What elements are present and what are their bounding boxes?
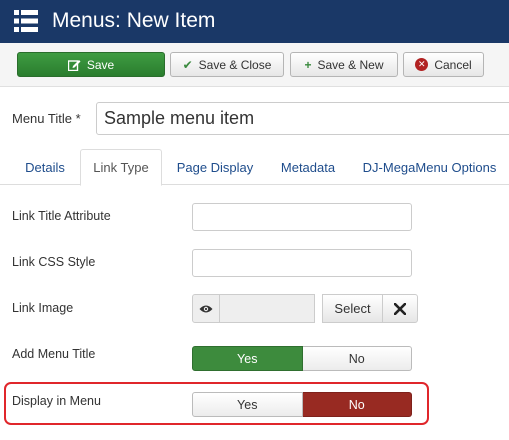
tab-bar: Details Link Type Page Display Metadata … [0, 149, 509, 186]
save-new-button[interactable]: + Save & New [290, 52, 398, 77]
image-path-field [219, 294, 315, 323]
list-icon [14, 10, 38, 32]
display-in-menu-toggle: Yes No [192, 392, 412, 417]
page-header: Menus: New Item [0, 0, 509, 43]
add-menu-title-no[interactable]: No [302, 346, 412, 371]
toolbar: Save ✔ Save & Close + Save & New ✕ Cance… [0, 43, 509, 87]
display-in-menu-yes[interactable]: Yes [192, 392, 303, 417]
save-button[interactable]: Save [17, 52, 165, 77]
link-image-field: Select [192, 294, 426, 323]
menu-title-input[interactable] [96, 102, 509, 135]
close-icon [394, 302, 406, 315]
add-menu-title-toggle: Yes No [192, 346, 412, 371]
tab-details[interactable]: Details [12, 149, 78, 185]
link-image-label: Link Image [12, 301, 74, 315]
tab-link-type[interactable]: Link Type [80, 149, 162, 186]
preview-button[interactable] [192, 294, 220, 323]
cancel-icon: ✕ [415, 58, 429, 71]
tab-dj-megamenu-options[interactable]: DJ-MegaMenu Options [350, 149, 509, 185]
image-clear-button[interactable] [382, 294, 418, 323]
cancel-label: Cancel [434, 57, 472, 72]
link-css-style-input[interactable] [192, 249, 412, 277]
add-menu-title-label: Add Menu Title [12, 347, 96, 361]
cancel-button[interactable]: ✕ Cancel [403, 52, 484, 77]
display-in-menu-label: Display in Menu [12, 394, 101, 408]
image-select-button[interactable]: Select [322, 294, 383, 323]
check-icon: ✔ [182, 57, 193, 72]
page-title: Menus: New Item [52, 9, 216, 32]
save-close-label: Save & Close [198, 57, 272, 72]
menu-title-label: Menu Title * [12, 111, 81, 126]
edit-icon [67, 59, 81, 71]
display-in-menu-no[interactable]: No [302, 392, 412, 417]
link-title-attribute-input[interactable] [192, 203, 412, 231]
eye-icon [199, 305, 213, 312]
tab-page-display[interactable]: Page Display [164, 149, 266, 185]
save-label: Save [86, 57, 115, 72]
save-new-label: Save & New [317, 57, 384, 72]
link-title-attribute-label: Link Title Attribute [12, 209, 111, 223]
link-css-style-label: Link CSS Style [12, 255, 96, 269]
add-menu-title-yes[interactable]: Yes [192, 346, 303, 371]
tab-metadata[interactable]: Metadata [268, 149, 348, 185]
plus-icon: + [304, 57, 312, 72]
save-close-button[interactable]: ✔ Save & Close [170, 52, 284, 77]
